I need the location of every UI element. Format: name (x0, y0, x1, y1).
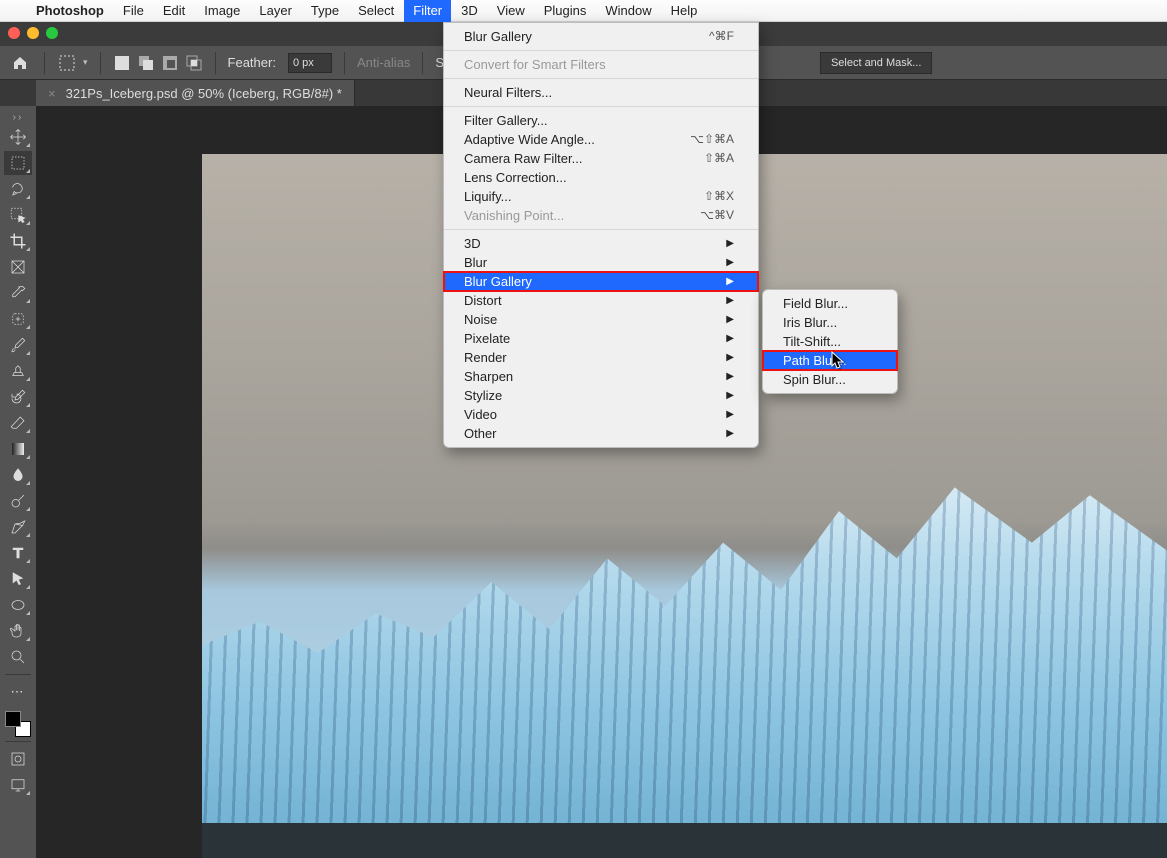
menubar-view[interactable]: View (488, 0, 534, 22)
submenu-iris-blur[interactable]: Iris Blur... (763, 313, 897, 332)
mac-menubar[interactable]: Photoshop File Edit Image Layer Type Sel… (0, 0, 1167, 22)
separator (422, 52, 423, 74)
add-selection-icon[interactable] (137, 54, 155, 72)
image-content (202, 464, 1167, 858)
menu-render[interactable]: Render▶ (444, 348, 758, 367)
menubar-plugins[interactable]: Plugins (535, 0, 596, 22)
quick-mask-mode[interactable] (4, 747, 32, 771)
menu-convert-smart: Convert for Smart Filters (444, 55, 758, 74)
separator (100, 52, 101, 74)
document-tab[interactable]: × 321Ps_Iceberg.psd @ 50% (Iceberg, RGB/… (36, 80, 355, 106)
menubar-help[interactable]: Help (662, 0, 707, 22)
menu-other[interactable]: Other▶ (444, 424, 758, 443)
subtract-selection-icon[interactable] (161, 54, 179, 72)
blur-tool[interactable] (4, 463, 32, 487)
menu-camera-raw-filter[interactable]: Camera Raw Filter...⇧⌘A (444, 149, 758, 168)
crop-tool[interactable] (4, 229, 32, 253)
menu-neural-filters[interactable]: Neural Filters... (444, 83, 758, 102)
path-select-tool[interactable] (4, 567, 32, 591)
home-icon[interactable] (8, 51, 32, 75)
image-content (202, 823, 1167, 858)
submenu-field-blur[interactable]: Field Blur... (763, 294, 897, 313)
maximize-icon[interactable] (46, 27, 58, 39)
close-icon[interactable] (8, 27, 20, 39)
menu-pixelate[interactable]: Pixelate▶ (444, 329, 758, 348)
ellipse-tool[interactable] (4, 593, 32, 617)
window-controls[interactable] (8, 27, 58, 39)
type-tool[interactable] (4, 541, 32, 565)
filter-menu[interactable]: Blur Gallery^⌘F Convert for Smart Filter… (443, 22, 759, 448)
eraser-tool[interactable] (4, 411, 32, 435)
menu-vanishing-point: Vanishing Point...⌥⌘V (444, 206, 758, 225)
submenu-spin-blur[interactable]: Spin Blur... (763, 370, 897, 389)
menu-d[interactable]: 3D▶ (444, 234, 758, 253)
submenu-tilt-shift[interactable]: Tilt-Shift... (763, 332, 897, 351)
menu-last-filter[interactable]: Blur Gallery^⌘F (444, 27, 758, 46)
menu-filter-gallery[interactable]: Filter Gallery... (444, 111, 758, 130)
menubar-file[interactable]: File (114, 0, 153, 22)
rect-marquee-tool[interactable] (4, 151, 32, 175)
menu-blur[interactable]: Blur▶ (444, 253, 758, 272)
menubar-select[interactable]: Select (349, 0, 403, 22)
selection-mode-group[interactable] (113, 54, 203, 72)
menu-stylize[interactable]: Stylize▶ (444, 386, 758, 405)
frame-tool[interactable] (4, 255, 32, 279)
menu-sharpen[interactable]: Sharpen▶ (444, 367, 758, 386)
color-swatches[interactable] (5, 711, 31, 737)
clone-stamp-tool[interactable] (4, 359, 32, 383)
menubar-edit[interactable]: Edit (154, 0, 194, 22)
history-brush-tool[interactable] (4, 385, 32, 409)
hand-tool[interactable] (4, 619, 32, 643)
intersect-selection-icon[interactable] (185, 54, 203, 72)
select-and-mask-button[interactable]: Select and Mask... (820, 52, 933, 74)
separator (344, 52, 345, 74)
menubar-image[interactable]: Image (195, 0, 249, 22)
blur-gallery-submenu[interactable]: Field Blur...Iris Blur...Tilt-Shift...Pa… (762, 289, 898, 394)
foreground-color-swatch[interactable] (5, 711, 21, 727)
new-selection-icon[interactable] (113, 54, 131, 72)
document-tab-label: 321Ps_Iceberg.psd @ 50% (Iceberg, RGB/8#… (66, 86, 342, 101)
object-select-tool[interactable] (4, 203, 32, 227)
feather-input[interactable] (288, 53, 332, 73)
dodge-tool[interactable] (4, 489, 32, 513)
submenu-path-blur[interactable]: Path Blur... (763, 351, 897, 370)
zoom-tool[interactable] (4, 645, 32, 669)
menu-video[interactable]: Video▶ (444, 405, 758, 424)
menu-lens-correction[interactable]: Lens Correction... (444, 168, 758, 187)
menu-noise[interactable]: Noise▶ (444, 310, 758, 329)
menu-adaptive-wide-angle[interactable]: Adaptive Wide Angle...⌥⇧⌘A (444, 130, 758, 149)
gradient-tool[interactable] (4, 437, 32, 461)
brush-tool[interactable] (4, 333, 32, 357)
eyedropper-tool[interactable] (4, 281, 32, 305)
marquee-tool-preset[interactable]: ▾ (57, 53, 88, 73)
separator (44, 52, 45, 74)
menu-distort[interactable]: Distort▶ (444, 291, 758, 310)
move-tool[interactable] (4, 125, 32, 149)
menubar-filter[interactable]: Filter (404, 0, 451, 22)
screen-mode[interactable] (4, 773, 32, 797)
lasso-tool[interactable] (4, 177, 32, 201)
toolbox: ›› ⋯ (0, 106, 36, 858)
antialias-checkbox: Anti-alias (357, 55, 410, 70)
minimize-icon[interactable] (27, 27, 39, 39)
separator (215, 52, 216, 74)
edit-toolbar[interactable]: ⋯ (4, 680, 32, 704)
menubar-type[interactable]: Type (302, 0, 348, 22)
toolbox-expand-icon[interactable]: ›› (0, 110, 36, 124)
menu-liquify[interactable]: Liquify...⇧⌘X (444, 187, 758, 206)
menu-blur-gallery[interactable]: Blur Gallery▶ (444, 272, 758, 291)
menubar-app[interactable]: Photoshop (27, 0, 113, 22)
healing-brush-tool[interactable] (4, 307, 32, 331)
menubar-window[interactable]: Window (596, 0, 660, 22)
pen-tool[interactable] (4, 515, 32, 539)
feather-label: Feather: (228, 55, 276, 70)
menubar-3d[interactable]: 3D (452, 0, 487, 22)
menubar-layer[interactable]: Layer (250, 0, 301, 22)
